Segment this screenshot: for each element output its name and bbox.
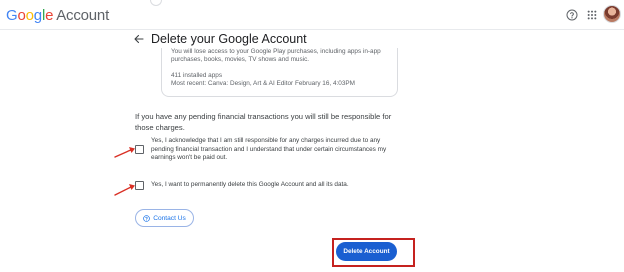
logo-letter: G bbox=[6, 7, 18, 24]
back-arrow-icon[interactable] bbox=[133, 33, 145, 45]
card-text: purchases, books, movies, TV shows and m… bbox=[171, 56, 310, 63]
apps-grid-icon[interactable] bbox=[587, 10, 597, 20]
top-bar: Google Account bbox=[0, 0, 624, 30]
delete-account-button[interactable]: Delete Account bbox=[336, 242, 397, 261]
contact-us-button[interactable]: Contact Us bbox=[135, 209, 194, 227]
logo-letter: e bbox=[45, 7, 54, 24]
pending-transactions-note: If you have any pending financial transa… bbox=[135, 112, 392, 132]
delete-account-label: Delete Account bbox=[343, 248, 390, 255]
logo-letter: o bbox=[25, 7, 34, 24]
google-account-logo[interactable]: Google Account bbox=[6, 7, 109, 24]
annotation-arrow-icon bbox=[114, 184, 135, 196]
most-recent-app: Most recent: Canva: Design, Art & AI Edi… bbox=[171, 80, 355, 87]
permanent-delete-checkbox-label[interactable]: Yes, I want to permanently delete this G… bbox=[151, 181, 349, 188]
help-circle-icon[interactable] bbox=[566, 9, 578, 21]
contact-us-label: Contact Us bbox=[153, 214, 186, 222]
annotation-arrow-icon bbox=[114, 147, 135, 158]
page-title: Delete your Google Account bbox=[151, 32, 307, 46]
avatar[interactable] bbox=[603, 5, 621, 23]
installed-apps-count: 411 installed apps bbox=[171, 72, 223, 79]
logo-account-text: Account bbox=[56, 7, 110, 24]
logo-letter: g bbox=[33, 7, 42, 24]
help-circle-icon bbox=[143, 214, 150, 222]
logo-letter: o bbox=[17, 7, 26, 24]
acknowledge-checkbox-label[interactable]: Yes, I acknowledge that I am still respo… bbox=[151, 137, 391, 163]
